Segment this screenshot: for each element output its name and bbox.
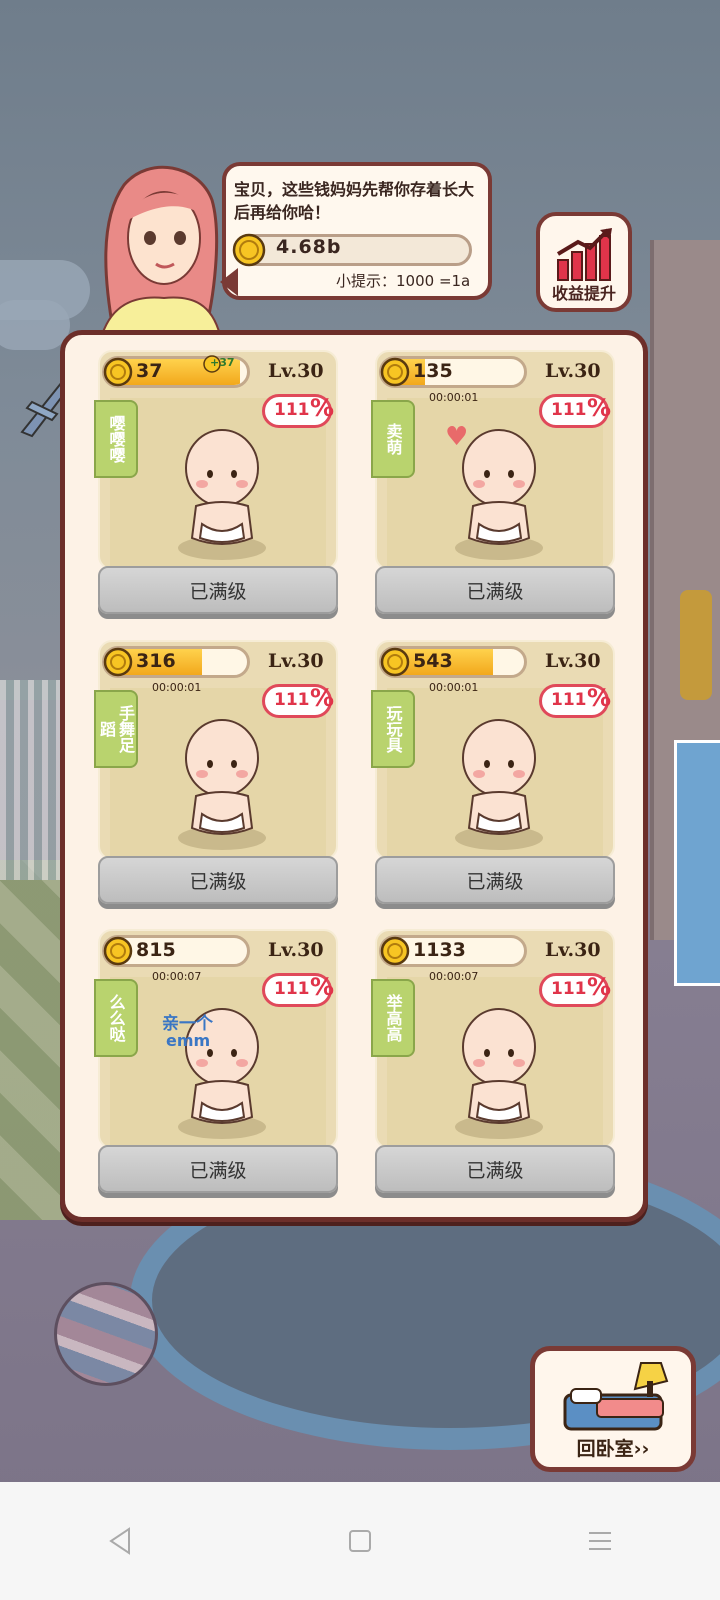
heart-icon: ♥ (445, 422, 469, 452)
coin-icon (380, 647, 410, 677)
skill-tag: 手舞足蹈 (94, 690, 138, 768)
coin-count: 543 (413, 650, 453, 672)
max-level-button[interactable]: 已满级 (375, 856, 615, 904)
bonus-value: 111 (551, 400, 587, 420)
nav-back-button[interactable] (90, 1511, 150, 1571)
skill-card: 37 Lv.30 111 % 嘤嘤嘤 已满级 +37 (94, 350, 338, 626)
coin-count: 37 (136, 360, 163, 382)
bonus-value: 111 (274, 979, 310, 999)
home-icon (349, 1530, 371, 1552)
countdown-timer: 00:00:01 (429, 391, 479, 404)
coin-icon (380, 936, 410, 966)
bonus-value: 111 (274, 690, 310, 710)
skill-card: 815 Lv.30 00:00:07 111 % 么么哒 已满级 亲一个 emm (94, 929, 338, 1205)
countdown-timer: 00:00:01 (429, 681, 479, 694)
mom-avatar (100, 165, 222, 335)
back-icon (109, 1527, 130, 1555)
coin-icon (380, 357, 410, 387)
speech-bubble-tail (220, 268, 238, 296)
bonus-value: 111 (274, 400, 310, 420)
system-navigation-bar (0, 1482, 720, 1600)
level-label: Lv.30 (268, 650, 324, 672)
countdown-timer: 00:00:07 (152, 970, 202, 983)
max-level-button[interactable]: 已满级 (98, 566, 338, 614)
countdown-timer: 00:00:01 (152, 681, 202, 694)
coin-icon (103, 357, 133, 387)
bonus-percent-sign: % (587, 394, 612, 422)
bonus-percent-sign: % (587, 684, 612, 712)
skill-card: 135 Lv.30 00:00:01 111 % 卖萌 已满级 ♥ (371, 350, 615, 626)
level-label: Lv.30 (268, 360, 324, 382)
cloud (0, 300, 70, 350)
menu-icon (589, 1532, 611, 1550)
bonus-percent-sign: % (310, 684, 335, 712)
mom-message: 宝贝，这些钱妈妈先帮你存着长大后再给你哈！ (234, 180, 475, 222)
coin-count: 135 (413, 360, 453, 382)
skill-card: 543 Lv.30 00:00:01 111 % 玩玩具 已满级 (371, 640, 615, 916)
exchange-tip: 小提示：1000 =1a (336, 272, 471, 290)
skill-tag: 举高高 (371, 979, 415, 1057)
coin-count: 1133 (413, 939, 466, 961)
max-level-button[interactable]: 已满级 (98, 856, 338, 904)
back-to-bedroom-label: 回卧室›› (576, 1438, 650, 1460)
bonus-percent-sign: % (310, 394, 335, 422)
skill-tag: 嘤嘤嘤 (94, 400, 138, 478)
bed-icon (563, 1362, 669, 1431)
coin-gain-label: +37 (210, 356, 235, 369)
coin-count: 815 (136, 939, 176, 961)
bonus-percent-sign: % (587, 973, 612, 1001)
income-boost-label: 收益提升 (551, 284, 616, 303)
level-label: Lv.30 (545, 360, 601, 382)
skill-tag: 卖萌 (371, 400, 415, 478)
skill-card: 1133 Lv.30 00:00:07 111 % 举高高 已满级 (371, 929, 615, 1205)
savings-bar (234, 234, 472, 266)
coin-icon (103, 936, 133, 966)
level-label: Lv.30 (268, 939, 324, 961)
coin-icon (103, 647, 133, 677)
nav-menu-button[interactable] (570, 1511, 630, 1571)
level-label: Lv.30 (545, 939, 601, 961)
countdown-timer: 00:00:07 (429, 970, 479, 983)
crib (0, 680, 60, 880)
kiss-caption-line2: emm (166, 1031, 211, 1050)
bonus-percent-sign: % (310, 973, 335, 1001)
skill-card: 316 Lv.30 00:00:01 111 % 手舞足蹈 已满级 (94, 640, 338, 916)
wall-poster (674, 740, 720, 986)
skill-tag: 么么哒 (94, 979, 138, 1057)
ball (54, 1282, 158, 1386)
skill-tag: 玩玩具 (371, 690, 415, 768)
savings-value: 4.68b (276, 236, 342, 258)
bonus-value: 111 (551, 979, 587, 999)
nav-home-button[interactable] (330, 1511, 390, 1571)
coin-icon (232, 233, 266, 267)
bonus-value: 111 (551, 690, 587, 710)
level-label: Lv.30 (545, 650, 601, 672)
max-level-button[interactable]: 已满级 (375, 1145, 615, 1193)
door-handle (680, 590, 712, 700)
max-level-button[interactable]: 已满级 (375, 566, 615, 614)
max-level-button[interactable]: 已满级 (98, 1145, 338, 1193)
growth-chart-icon (556, 228, 612, 281)
coin-count: 316 (136, 650, 176, 672)
